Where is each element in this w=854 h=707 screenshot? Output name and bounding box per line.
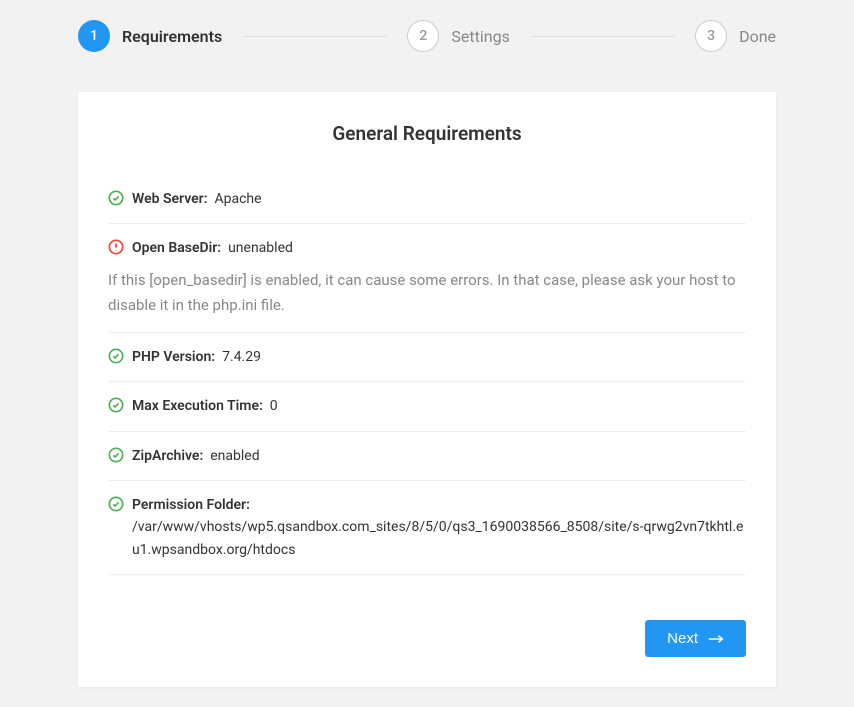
requirement-value: Apache xyxy=(214,191,261,207)
requirement-ziparchive: ZipArchive: enabled xyxy=(108,432,746,481)
requirement-label: Max Execution Time xyxy=(132,398,259,414)
requirements-card: General Requirements Web Server: Apache … xyxy=(78,92,776,687)
requirement-permission-folder: Permission Folder: /var/www/vhosts/wp5.q… xyxy=(108,481,746,575)
requirement-php-version: PHP Version: 7.4.29 xyxy=(108,333,746,382)
requirement-label: Permission Folder xyxy=(132,497,246,513)
step-requirements[interactable]: 1 Requirements xyxy=(78,20,222,52)
requirement-value: 0 xyxy=(270,398,278,414)
button-row: Next xyxy=(108,620,746,657)
requirement-label: Web Server xyxy=(132,191,204,207)
step-done[interactable]: 3 Done xyxy=(695,20,776,52)
step-number: 1 xyxy=(78,20,110,52)
step-line xyxy=(242,36,387,37)
requirement-value: enabled xyxy=(210,448,259,464)
requirement-value: 7.4.29 xyxy=(222,349,261,365)
requirement-open-basedir: Open BaseDir: unenabled If this [open_ba… xyxy=(108,224,746,332)
stepper: 1 Requirements 2 Settings 3 Done xyxy=(0,20,854,52)
step-label: Settings xyxy=(451,27,509,46)
requirement-value: /var/www/vhosts/wp5.qsandbox.com_sites/8… xyxy=(132,519,743,557)
requirement-web-server: Web Server: Apache xyxy=(108,175,746,224)
requirement-description: If this [open_basedir] is enabled, it ca… xyxy=(108,268,746,319)
next-button[interactable]: Next xyxy=(645,620,746,657)
requirement-max-execution-time: Max Execution Time: 0 xyxy=(108,382,746,431)
requirement-value: unenabled xyxy=(228,240,293,256)
check-circle-icon xyxy=(108,397,124,413)
arrow-right-icon xyxy=(708,634,724,644)
step-settings[interactable]: 2 Settings xyxy=(407,20,509,52)
step-number: 2 xyxy=(407,20,439,52)
step-line xyxy=(530,36,675,37)
check-circle-icon xyxy=(108,496,124,512)
warning-circle-icon xyxy=(108,239,124,255)
requirement-label: PHP Version xyxy=(132,349,211,365)
next-button-label: Next xyxy=(667,630,698,647)
requirement-label: ZipArchive xyxy=(132,448,199,464)
card-title: General Requirements xyxy=(108,122,746,145)
step-number: 3 xyxy=(695,20,727,52)
step-label: Requirements xyxy=(122,27,222,46)
check-circle-icon xyxy=(108,190,124,206)
check-circle-icon xyxy=(108,447,124,463)
check-circle-icon xyxy=(108,348,124,364)
step-label: Done xyxy=(739,27,776,46)
requirement-label: Open BaseDir xyxy=(132,240,217,256)
